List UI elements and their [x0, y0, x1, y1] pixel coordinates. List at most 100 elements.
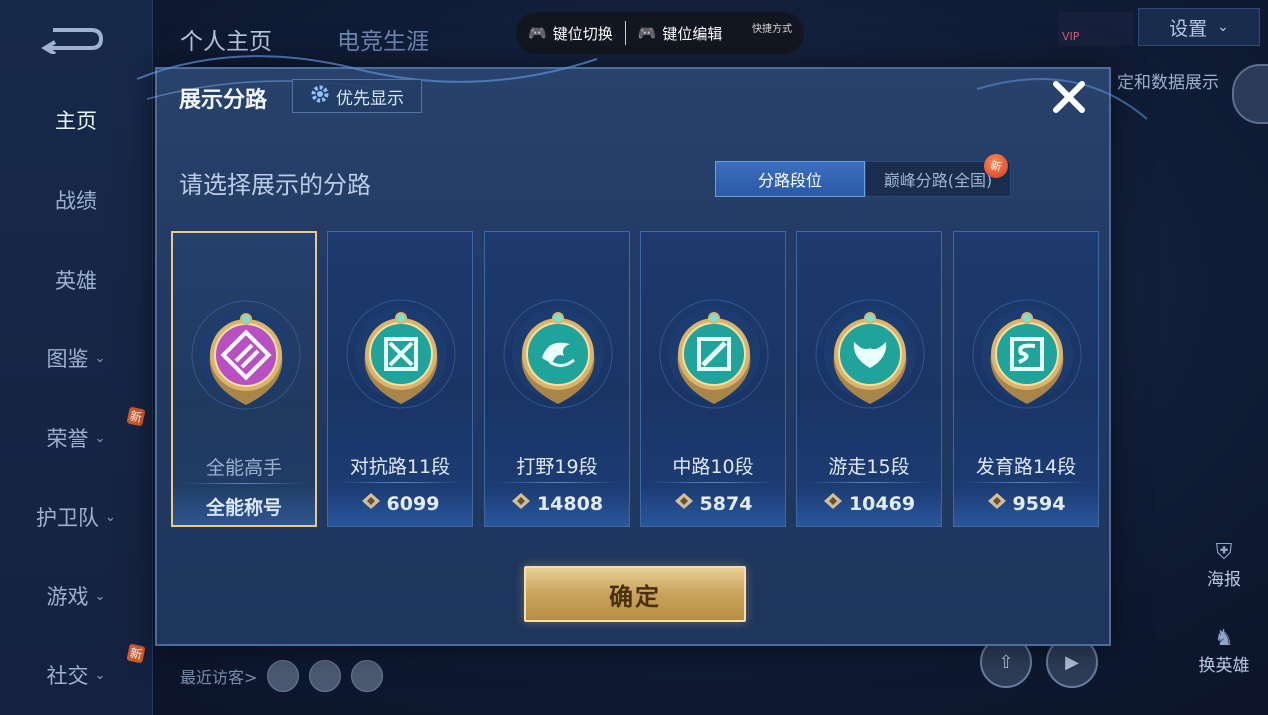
key-switch-button[interactable]: 🎮 键位切换 [516, 23, 625, 44]
card-divider [338, 482, 462, 483]
lane-display-modal: 展示分路 优先显示 请选择展示的分路 分路段位 巅峰分路(全国) 新 全能高手全… [136, 55, 1148, 646]
poster-button[interactable]: ⛨ 海报 [1184, 540, 1264, 590]
lane-card-2[interactable]: 对抗路11段6099 [327, 231, 473, 527]
modal-title: 展示分路 [179, 88, 268, 113]
shortcut-label: 快捷方式 [752, 24, 792, 35]
avatar[interactable] [351, 660, 384, 692]
chevron-down-icon: ⌄ [94, 430, 106, 446]
close-button[interactable] [1049, 77, 1089, 117]
chevron-down-icon: ⌄ [1217, 19, 1229, 35]
card-glow [173, 485, 315, 525]
priority-display-button[interactable]: 优先显示 [292, 79, 422, 113]
settings-button[interactable]: 设置 ⌄ [1138, 8, 1260, 46]
side-round-button[interactable] [1232, 64, 1268, 124]
mode-tabs: 分路段位 巅峰分路(全国) 新 [715, 151, 1011, 197]
card-glow [797, 486, 941, 526]
sidebar-item-5[interactable]: 荣誉 ⌄ 新 [0, 406, 152, 458]
play-icon: ▶ [1065, 651, 1079, 673]
chevron-down-icon: ⌄ [94, 350, 106, 366]
decorative-swoosh [136, 55, 1148, 120]
lane-card-name: 发育路14段 [975, 456, 1077, 478]
all-round-emblem-icon [190, 295, 302, 423]
chevron-down-icon: ⌄ [105, 509, 116, 525]
card-divider [651, 482, 775, 483]
gear-icon [310, 84, 330, 109]
sidebar: 主页 战绩 英雄 图鉴 ⌄ 荣誉 ⌄ 新护卫队 ⌄ 游戏 ⌄ 社交 ⌄ 新 [0, 0, 153, 715]
sidebar-item-label: 图鉴 [46, 347, 89, 371]
svg-text:VIP: VIP [1062, 30, 1080, 43]
sidebar-item-label: 英雄 [55, 269, 97, 293]
sidebar-item-3[interactable]: 英雄 [0, 260, 152, 300]
tab-peak-label: 巅峰分路(全国) [883, 171, 993, 190]
tab-peak-lane[interactable]: 巅峰分路(全国) 新 [865, 151, 1011, 197]
card-divider [964, 482, 1088, 483]
sidebar-item-1[interactable]: 主页 [0, 100, 152, 140]
close-icon [1053, 81, 1085, 113]
card-divider [183, 483, 305, 484]
lane-card-4[interactable]: 中路10段5874 [640, 231, 786, 527]
up-arrow-icon: ⇧ [998, 651, 1014, 673]
new-badge: 新 [126, 406, 146, 427]
sidebar-item-label: 主页 [55, 109, 97, 133]
priority-display-label: 优先显示 [336, 88, 404, 109]
card-divider [495, 482, 619, 483]
card-glow [328, 486, 472, 526]
card-divider [807, 482, 931, 483]
key-edit-label: 键位编辑 [662, 24, 723, 43]
lane-card-name: 中路10段 [672, 456, 754, 478]
key-edit-button[interactable]: 🎮 键位编辑 [626, 23, 735, 44]
sidebar-item-6[interactable]: 护卫队 ⌄ [0, 497, 152, 537]
sidebar-item-label: 护卫队 [36, 506, 100, 530]
card-glow [641, 486, 785, 526]
sidebar-item-4[interactable]: 图鉴 ⌄ [0, 338, 152, 378]
vip-badge: VIP [1058, 12, 1136, 46]
sidebar-item-label: 战绩 [55, 189, 97, 213]
card-glow [485, 486, 629, 526]
hero-icon: ♞ [1214, 626, 1234, 651]
lane-card-name: 对抗路11段 [349, 456, 451, 478]
select-lane-prompt: 请选择展示的分路 [179, 171, 371, 199]
tab-esports-career[interactable]: 电竞生涯 [337, 22, 429, 56]
card-glow [954, 486, 1098, 526]
settings-label: 设置 [1169, 17, 1208, 40]
back-arrow-icon [41, 28, 104, 54]
roam-emblem-icon [814, 294, 926, 422]
gamepad-icon: 🎮 [528, 24, 547, 42]
sidebar-item-label: 荣誉 [46, 427, 89, 451]
avatar[interactable] [267, 660, 300, 692]
new-badge: 新 [126, 643, 146, 664]
sidebar-item-2[interactable]: 战绩 [0, 180, 152, 220]
sidebar-item-label: 社交 [46, 664, 89, 688]
mid-lane-emblem-icon [658, 294, 770, 422]
recent-visitors-label: 最近访客> [180, 668, 258, 687]
poster-label: 海报 [1207, 570, 1241, 590]
gamepad-icon: 🎮 [637, 24, 657, 42]
tab-lane-rank[interactable]: 分路段位 [715, 161, 865, 197]
lane-card-6[interactable]: 发育路14段9594 [953, 231, 1099, 527]
lane-card-1[interactable]: 全能高手全能称号 [171, 231, 317, 527]
clash-lane-emblem-icon [345, 294, 457, 422]
tab-personal-home[interactable]: 个人主页 [180, 22, 272, 56]
bg-data-display-text: 定和数据展示 [1117, 73, 1219, 93]
poster-icon: ⛨ [1215, 540, 1233, 565]
recent-visitors[interactable]: 最近访客> [180, 660, 384, 692]
lane-card-name: 游走15段 [828, 456, 910, 478]
control-bar: 🎮 键位切换 🎮 键位编辑 快捷方式 [516, 12, 804, 54]
chevron-down-icon: ⌄ [94, 667, 106, 683]
sidebar-item-8[interactable]: 社交 ⌄ 新 [0, 643, 152, 695]
chevron-down-icon: ⌄ [94, 588, 106, 604]
sidebar-item-7[interactable]: 游戏 ⌄ [0, 576, 152, 616]
lane-card-name: 全能高手 [205, 457, 282, 479]
change-hero-button[interactable]: ♞ 换英雄 [1184, 626, 1264, 676]
lane-card-3[interactable]: 打野19段14808 [484, 231, 630, 527]
jungle-emblem-icon [502, 294, 614, 422]
avatar[interactable] [309, 660, 342, 692]
back-button[interactable] [38, 22, 106, 56]
sidebar-item-label: 游戏 [46, 585, 89, 609]
confirm-button[interactable]: 确定 [524, 566, 746, 622]
lane-card-name: 打野19段 [516, 456, 598, 478]
lane-card-5[interactable]: 游走15段10469 [796, 231, 942, 527]
change-hero-label: 换英雄 [1198, 656, 1250, 676]
control-bar-divider [624, 21, 626, 45]
farm-lane-emblem-icon [971, 294, 1083, 422]
